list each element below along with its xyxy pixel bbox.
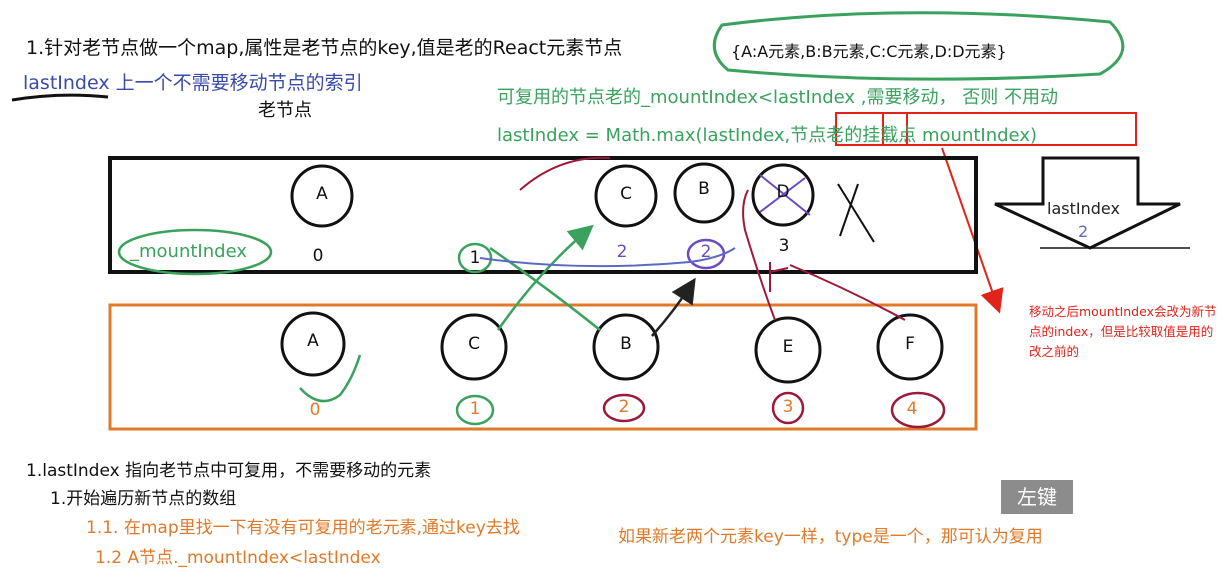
old-node-a-index: 0 xyxy=(312,246,324,266)
old-node-b-index: 2 xyxy=(700,242,712,262)
new-node-a-index: 0 xyxy=(309,400,321,420)
green-arrow-c xyxy=(496,224,594,331)
step-1-text: 1.lastIndex 指向老节点中可复用，不需要移动的元素 xyxy=(26,461,432,481)
new-node-b-index: 2 xyxy=(618,397,630,417)
lastindex-formula: lastIndex = Math.max(lastIndex,节点老的挂载点 m… xyxy=(497,125,1037,146)
old-node-a-label: A xyxy=(316,184,328,204)
new-nodes-box xyxy=(108,303,978,431)
mountindex-tag: _mountIndex xyxy=(130,241,247,262)
new-node-f-label: F xyxy=(905,334,915,354)
step-1-1-text: 1.开始遍历新节点的数组 xyxy=(50,489,237,509)
new-index-0-check xyxy=(299,354,362,403)
step-1-2-text: 1.2 A节点._mountIndex<lastIndex xyxy=(95,548,381,568)
new-node-b-label: B xyxy=(620,334,632,354)
new-node-a-label: A xyxy=(307,331,319,351)
old-node-d-label: D xyxy=(776,182,790,202)
old-nodes-label: 老节点 xyxy=(258,100,312,121)
red-annotation-note: 移动之后mountIndex会改为新节点的index，但是比较取值是用的改之前的 xyxy=(1029,304,1217,359)
lastindex-arrow-value: 2 xyxy=(1078,222,1089,241)
red-arrow xyxy=(941,147,1004,314)
new-node-e-index: 3 xyxy=(782,397,794,417)
reuse-rule: 可复用的节点老的_mountIndex<lastIndex ,需要移动， 否则 … xyxy=(497,87,1058,108)
lastindex-underline xyxy=(11,93,109,102)
maroon-mark-t xyxy=(769,262,789,292)
left-click-indicator: 左键 xyxy=(1001,480,1073,514)
new-node-c-index: 1 xyxy=(469,399,481,419)
new-node-e-label: E xyxy=(782,337,794,357)
old-node-d-index: 3 xyxy=(778,236,790,256)
map-literal: {A:A元素,B:B元素,C:C元素,D:D元素} xyxy=(731,42,1007,61)
new-node-f-index: 4 xyxy=(906,399,918,419)
step-1-1-1-text: 1.1. 在map里找一下有没有可复用的老元素,通过key去找 xyxy=(86,518,520,538)
old-node-c-index: 2 xyxy=(616,242,628,262)
old-extra-index: 1 xyxy=(469,248,481,268)
old-node-b-label: B xyxy=(698,179,710,199)
new-node-c-label: C xyxy=(468,334,480,354)
lastindex-arrow-label: lastIndex xyxy=(1047,199,1120,218)
lastindex-definition: lastIndex 上一个不需要移动节点的索引 xyxy=(23,72,363,94)
page-title: 1.针对老节点做一个map,属性是老节点的key,值是老的React元素节点 xyxy=(26,37,623,59)
dark-arrow-b xyxy=(651,277,696,337)
step-1-1-note: 如果新老两个元素key一样，type是一个，那可认为复用 xyxy=(618,527,1043,547)
old-node-c-label: C xyxy=(620,184,632,204)
